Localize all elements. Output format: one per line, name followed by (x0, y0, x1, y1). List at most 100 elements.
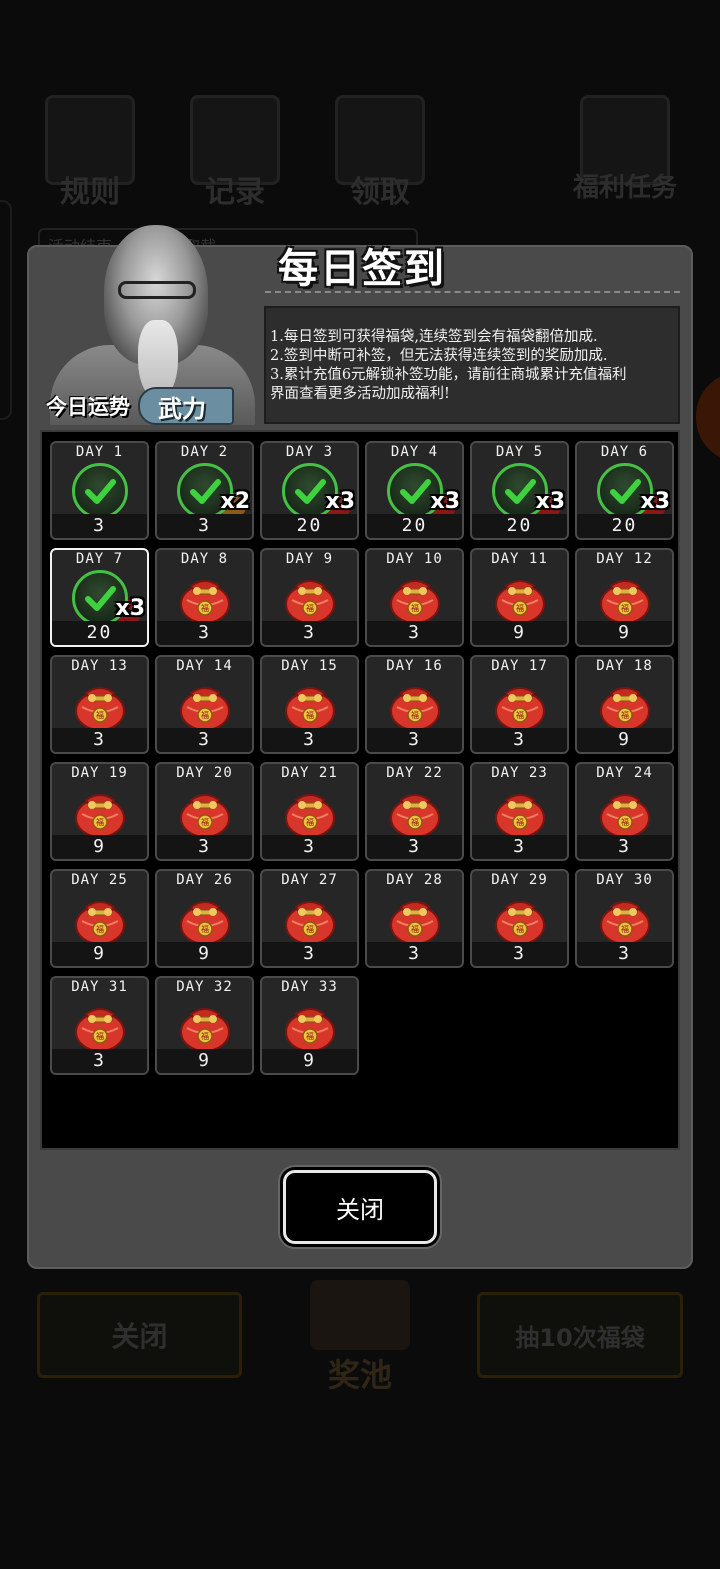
svg-text:福: 福 (201, 604, 209, 613)
day-cell[interactable]: DAY 21 福 3 (260, 762, 359, 861)
day-cell[interactable]: DAY 33 福 9 (260, 976, 359, 1075)
reward-count: 9 (157, 942, 252, 966)
lucky-bag-icon: 福 (177, 998, 233, 1052)
day-cell[interactable]: DAY 18 福 9 (575, 655, 674, 754)
svg-text:福: 福 (411, 711, 419, 720)
fortune-value-tag: 武力 (138, 387, 234, 425)
day-label: DAY 18 (596, 658, 653, 674)
reward-count: 3 (577, 942, 672, 966)
day-label: DAY 8 (180, 551, 229, 567)
svg-text:福: 福 (201, 711, 209, 720)
svg-text:福: 福 (621, 925, 629, 934)
day-cell[interactable]: DAY 30 福 3 (575, 869, 674, 968)
checkmark-icon (72, 463, 128, 519)
day-label: DAY 17 (491, 658, 548, 674)
day-cell[interactable]: DAY 31 福 3 (50, 976, 149, 1075)
day-cell[interactable]: DAY 2 x2 3 (155, 441, 254, 540)
day-cell[interactable]: DAY 5 x3 20 (470, 441, 569, 540)
svg-text:福: 福 (411, 925, 419, 934)
day-label: DAY 27 (281, 872, 338, 888)
lucky-bag-icon: 福 (282, 570, 338, 624)
welfare-task-icon: 福利任务 (560, 95, 690, 215)
lucky-bag-icon: 福 (387, 891, 443, 945)
reward-count: 20 (52, 621, 147, 645)
multiplier-label: x3 (535, 489, 566, 514)
lucky-bag-icon: 福 (387, 570, 443, 624)
lucky-bag-icon: 福 (282, 677, 338, 731)
reward-count: 3 (367, 728, 462, 752)
day-label: DAY 15 (281, 658, 338, 674)
day-cell[interactable]: DAY 22 福 3 (365, 762, 464, 861)
bg-close-button: 关闭 (37, 1292, 242, 1378)
day-cell[interactable]: DAY 14 福 3 (155, 655, 254, 754)
svg-text:福: 福 (96, 925, 104, 934)
day-cell[interactable]: DAY 6 x3 20 (575, 441, 674, 540)
lucky-bag-icon: 福 (282, 891, 338, 945)
reward-count: 9 (52, 835, 147, 859)
day-cell[interactable]: DAY 20 福 3 (155, 762, 254, 861)
day-label: DAY 28 (386, 872, 443, 888)
day-cell[interactable]: DAY 10 福 3 (365, 548, 464, 647)
reward-count: 3 (472, 835, 567, 859)
day-cell[interactable]: DAY 24 福 3 (575, 762, 674, 861)
day-label: DAY 33 (281, 979, 338, 995)
day-cell[interactable]: DAY 13 福 3 (50, 655, 149, 754)
reward-count: 3 (262, 942, 357, 966)
svg-text:福: 福 (621, 711, 629, 720)
svg-text:福: 福 (516, 604, 524, 613)
reward-count: 3 (577, 835, 672, 859)
day-cell[interactable]: DAY 11 福 9 (470, 548, 569, 647)
day-cell[interactable]: DAY 28 福 3 (365, 869, 464, 968)
rule-line: 3.累计充值6元解锁补签功能，请前往商城累计充值福利 (270, 367, 627, 383)
reward-count: 3 (157, 728, 252, 752)
reward-count: 9 (577, 728, 672, 752)
day-cell[interactable]: DAY 19 福 9 (50, 762, 149, 861)
svg-text:福: 福 (621, 818, 629, 827)
day-cell[interactable]: DAY 25 福 9 (50, 869, 149, 968)
svg-text:福: 福 (96, 818, 104, 827)
reward-count: 3 (367, 942, 462, 966)
day-cell[interactable]: DAY 9 福 3 (260, 548, 359, 647)
day-label: DAY 25 (71, 872, 128, 888)
day-label: DAY 1 (75, 444, 124, 460)
day-cell[interactable]: DAY 23 福 3 (470, 762, 569, 861)
day-cell[interactable]: DAY 12 福 9 (575, 548, 674, 647)
day-label: DAY 3 (285, 444, 334, 460)
day-cell[interactable]: DAY 32 福 9 (155, 976, 254, 1075)
day-cell[interactable]: DAY 15 福 3 (260, 655, 359, 754)
day-label: DAY 13 (71, 658, 128, 674)
day-cell[interactable]: DAY 26 福 9 (155, 869, 254, 968)
svg-text:福: 福 (411, 818, 419, 827)
day-cell[interactable]: DAY 29 福 3 (470, 869, 569, 968)
reward-count: 3 (157, 514, 252, 538)
reward-count: 9 (472, 621, 567, 645)
day-label: DAY 6 (600, 444, 649, 460)
day-cell[interactable]: DAY 4 x3 20 (365, 441, 464, 540)
day-cell[interactable]: DAY 3 x3 20 (260, 441, 359, 540)
day-label: DAY 30 (596, 872, 653, 888)
day-cell[interactable]: DAY 16 福 3 (365, 655, 464, 754)
rules-text-box: 1.每日签到可获得福袋,连续签到会有福袋翻倍加成. 2.签到中断可补签，但无法获… (264, 306, 680, 424)
day-label: DAY 11 (491, 551, 548, 567)
day-label: DAY 21 (281, 765, 338, 781)
lucky-bag-icon: 福 (597, 891, 653, 945)
close-button[interactable]: 关闭 (283, 1170, 437, 1244)
fortune-banner: 今日运势 武力 (40, 385, 265, 427)
day-cell[interactable]: DAY 1 3 (50, 441, 149, 540)
svg-text:福: 福 (516, 925, 524, 934)
multiplier-label: x3 (325, 489, 356, 514)
svg-text:福: 福 (96, 1032, 104, 1041)
multiplier-label: x2 (220, 489, 251, 514)
lucky-bag-icon: 福 (72, 784, 128, 838)
reward-count: 3 (262, 621, 357, 645)
reward-count: 20 (367, 514, 462, 538)
day-cell[interactable]: DAY 27 福 3 (260, 869, 359, 968)
multiplier-label: x3 (115, 596, 146, 621)
day-cell[interactable]: DAY 7 x3 20 (50, 548, 149, 647)
day-label: DAY 26 (176, 872, 233, 888)
day-cell[interactable]: DAY 8 福 3 (155, 548, 254, 647)
day-label: DAY 16 (386, 658, 443, 674)
day-cell[interactable]: DAY 17 福 3 (470, 655, 569, 754)
lucky-bag-icon: 福 (387, 677, 443, 731)
day-label: DAY 32 (176, 979, 233, 995)
